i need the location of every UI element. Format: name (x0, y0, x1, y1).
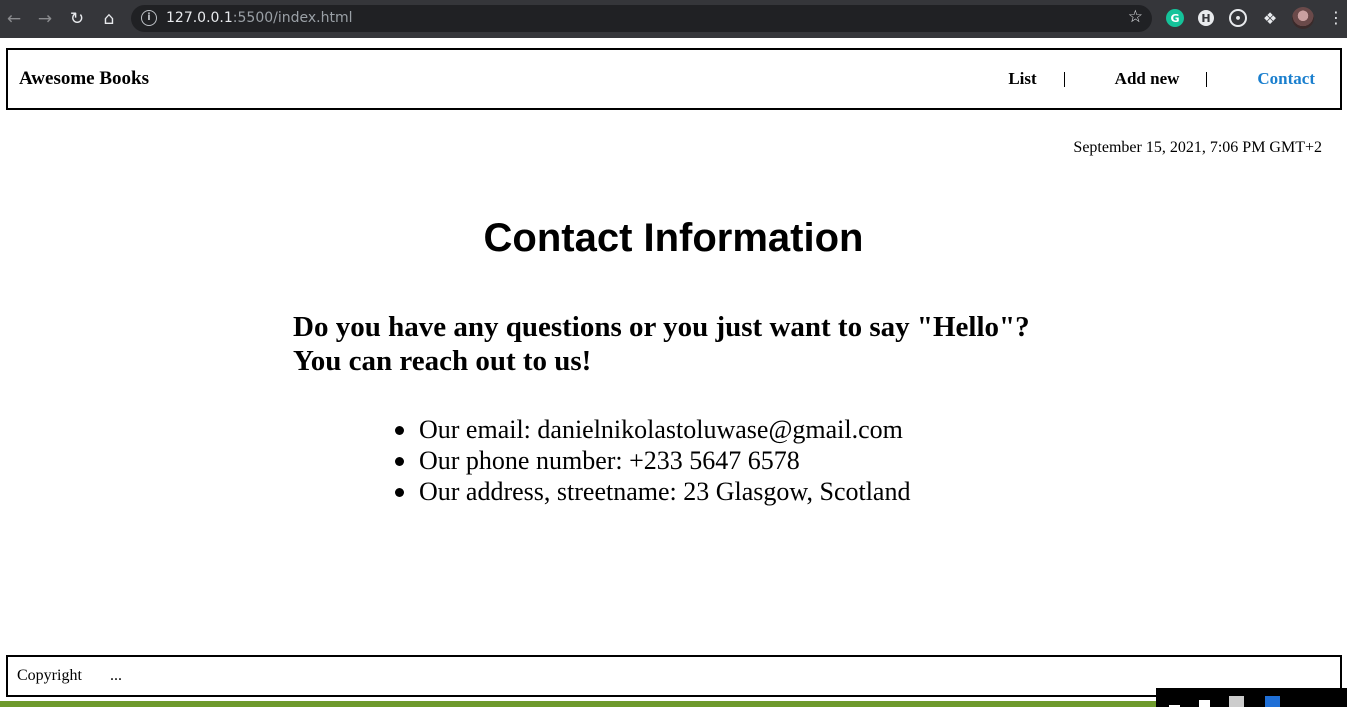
nav-divider (1063, 71, 1065, 87)
lead-line-2: You can reach out to us! (293, 345, 592, 377)
current-date: September 15, 2021, 7:06 PM GMT+2 (1073, 139, 1322, 156)
taskbar-icon[interactable] (1229, 696, 1244, 707)
system-taskbar (1156, 688, 1347, 707)
contact-list: Our email: danielnikolastoluwase@gmail.c… (394, 414, 911, 507)
brand-logo: Awesome Books (19, 68, 150, 89)
nav-contact-link[interactable]: Contact (1257, 69, 1315, 89)
info-icon[interactable]: i (141, 10, 157, 26)
address-bar[interactable]: i 127.0.0.1:5500/index.html ☆ (131, 5, 1152, 32)
back-arrow-icon[interactable]: ← (2, 7, 26, 31)
puzzle-icon[interactable]: ❖ (1261, 9, 1279, 28)
contact-lead: Do you have any questions or you just wa… (293, 310, 1030, 378)
page-title: Contact Information (483, 216, 864, 260)
home-icon[interactable]: ⌂ (97, 7, 121, 31)
contact-address: Our address, streetname: 23 Glasgow, Sco… (394, 477, 911, 506)
grammarly-icon[interactable]: G (1166, 9, 1184, 27)
taskbar-icon[interactable] (1199, 700, 1210, 707)
url-host: 127.0.0.1 (166, 10, 233, 26)
footer-ellipsis: ... (110, 667, 122, 684)
copyright-text: Copyright (17, 667, 82, 684)
kebab-menu-icon[interactable]: ⋮ (1328, 7, 1344, 29)
nav-list-link[interactable]: List (1008, 69, 1036, 89)
browser-toolbar: ← → ↻ ⌂ i 127.0.0.1:5500/index.html ☆ G … (0, 0, 1347, 38)
apps-grid-icon[interactable] (1265, 696, 1280, 707)
site-header: Awesome Books List Add new Contact (6, 48, 1342, 110)
lead-line-1: Do you have any questions or you just wa… (293, 311, 1030, 343)
site-footer: Copyright ... (6, 655, 1342, 697)
extension-icon[interactable]: H (1198, 10, 1214, 26)
desktop-accent-bar (0, 701, 1347, 707)
avatar[interactable] (1292, 7, 1314, 29)
url-path: :5500/index.html (232, 10, 353, 26)
url-text[interactable]: 127.0.0.1:5500/index.html (166, 9, 353, 28)
reload-icon[interactable]: ↻ (65, 7, 89, 31)
nav-add-new-link[interactable]: Add new (1115, 69, 1180, 89)
nav-divider (1206, 71, 1208, 87)
contact-phone: Our phone number: +233 5647 6578 (394, 445, 910, 476)
main-nav: List Add new Contact (1008, 50, 1340, 108)
contact-email: Our email: danielnikolastoluwase@gmail.c… (394, 414, 910, 445)
tracking-icon[interactable]: • (1229, 9, 1247, 27)
star-icon[interactable]: ☆ (1128, 7, 1143, 27)
forward-arrow-icon[interactable]: → (33, 7, 57, 31)
